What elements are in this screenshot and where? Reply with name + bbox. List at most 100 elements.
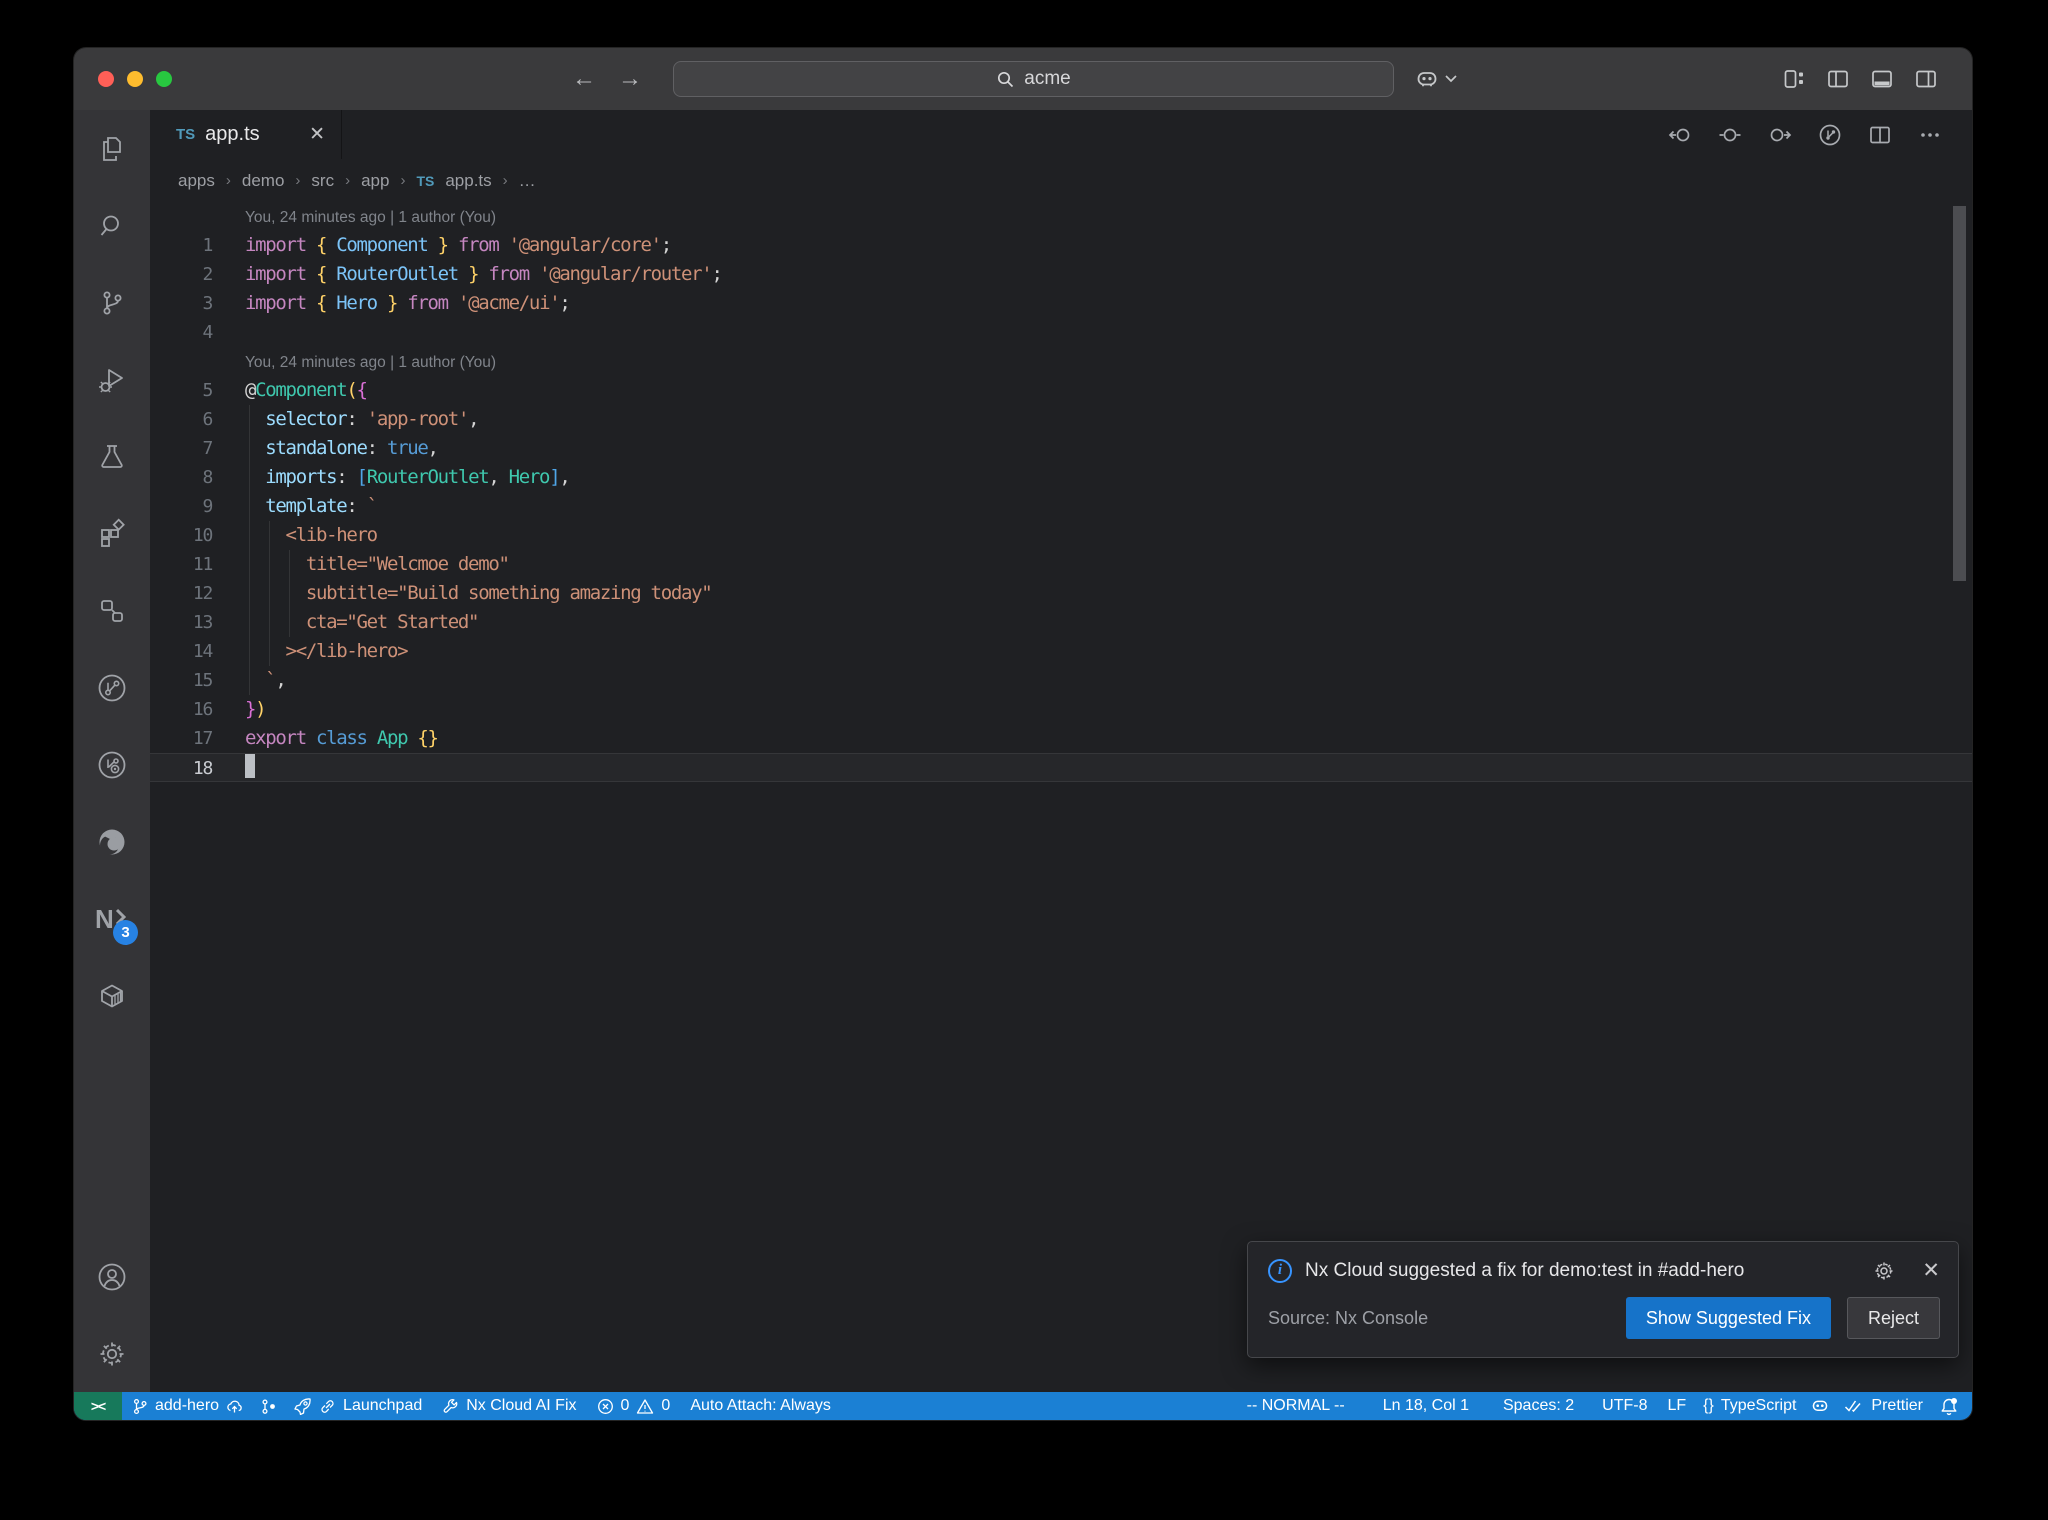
line-number[interactable]: 9 xyxy=(150,492,245,521)
sidebar-item-search[interactable] xyxy=(74,187,150,264)
sidebar-item-containers[interactable] xyxy=(74,957,150,1034)
timeline-graph-icon[interactable] xyxy=(1818,123,1842,147)
minimize-window-button[interactable] xyxy=(127,71,143,87)
remote-indicator[interactable]: >< xyxy=(74,1392,122,1420)
code-line[interactable]: 8 imports: [RouterOutlet, Hero], xyxy=(150,463,1972,492)
line-number[interactable]: 12 xyxy=(150,579,245,608)
eol-status[interactable]: LF xyxy=(1657,1392,1696,1420)
git-blame-annotation[interactable]: You, 24 minutes ago | 1 author (You) xyxy=(150,202,1972,231)
code-line[interactable]: 18 xyxy=(150,753,1972,782)
line-number[interactable]: 4 xyxy=(150,318,245,347)
language-mode-status[interactable]: {} TypeScript xyxy=(1696,1392,1803,1420)
launchpad-button[interactable]: Launchpad xyxy=(284,1392,432,1420)
indentation-status[interactable]: Spaces: 2 xyxy=(1493,1392,1584,1420)
git-blame-annotation[interactable]: You, 24 minutes ago | 1 author (You) xyxy=(150,347,1972,376)
command-center-search[interactable]: acme xyxy=(673,61,1394,97)
sidebar-item-testing[interactable] xyxy=(74,418,150,495)
current-change-icon[interactable] xyxy=(1718,124,1742,146)
code-line[interactable]: 13 cta="Get Started" xyxy=(150,608,1972,637)
next-change-icon[interactable] xyxy=(1768,124,1792,146)
code-line[interactable]: 11 title="Welcmoe demo" xyxy=(150,550,1972,579)
line-number[interactable]: 5 xyxy=(150,376,245,405)
code-line[interactable]: 16}) xyxy=(150,695,1972,724)
code-line[interactable]: 2 import { RouterOutlet } from '@angular/… xyxy=(150,260,1972,289)
notifications-bell[interactable] xyxy=(1930,1392,1972,1420)
line-number[interactable]: 15 xyxy=(150,666,245,695)
previous-change-icon[interactable] xyxy=(1668,124,1692,146)
customize-layout-icon[interactable] xyxy=(1782,67,1806,91)
navigate-forward-icon[interactable]: → xyxy=(618,65,642,93)
copilot-status[interactable] xyxy=(1803,1392,1837,1420)
sidebar-item-nx-console[interactable]: N 3 xyxy=(74,880,150,957)
gitlens-button[interactable] xyxy=(253,1392,284,1420)
sidebar-item-run-debug[interactable] xyxy=(74,341,150,418)
code-editor[interactable]: You, 24 minutes ago | 1 author (You) 1 imp… xyxy=(150,202,1972,1392)
code-line[interactable]: 12 subtitle="Build something amazing tod… xyxy=(150,579,1972,608)
problems-status[interactable]: 0 0 xyxy=(587,1392,681,1420)
line-number[interactable]: 14 xyxy=(150,637,245,666)
editor-scrollbar[interactable] xyxy=(1953,206,1966,581)
line-number[interactable]: 2 xyxy=(150,260,245,289)
sidebar-item-explorer[interactable] xyxy=(74,110,150,187)
close-tab-icon[interactable]: ✕ xyxy=(309,123,325,146)
code-line[interactable]: 6 selector: 'app-root', xyxy=(150,405,1972,434)
git-branch-status[interactable]: add-hero xyxy=(122,1392,253,1420)
close-notification-icon[interactable]: ✕ xyxy=(1922,1258,1940,1283)
notification-settings-gear-icon[interactable] xyxy=(1873,1260,1895,1282)
settings-button[interactable] xyxy=(74,1315,150,1392)
breadcrumb-file[interactable]: app.ts xyxy=(445,171,491,191)
vim-mode-status[interactable]: -- NORMAL -- xyxy=(1237,1392,1355,1420)
tab-app-ts[interactable]: TS app.ts ✕ xyxy=(150,110,342,159)
line-number[interactable]: 16 xyxy=(150,695,245,724)
code-line[interactable]: 7 standalone: true, xyxy=(150,434,1972,463)
nx-cloud-fix-button[interactable]: Nx Cloud AI Fix xyxy=(432,1392,586,1420)
sidebar-item-nx-graph[interactable] xyxy=(74,649,150,726)
show-suggested-fix-button[interactable]: Show Suggested Fix xyxy=(1625,1297,1831,1339)
line-number[interactable]: 11 xyxy=(150,550,245,579)
code-line[interactable]: 17 export class App {} xyxy=(150,724,1972,753)
code-line[interactable]: 3 import { Hero } from '@acme/ui'; xyxy=(150,289,1972,318)
line-number[interactable]: 10 xyxy=(150,521,245,550)
toggle-primary-sidebar-icon[interactable] xyxy=(1826,67,1850,91)
line-number[interactable]: 17 xyxy=(150,724,245,753)
code-line[interactable]: 9 template: ` xyxy=(150,492,1972,521)
code-line[interactable]: 15 `, xyxy=(150,666,1972,695)
line-number[interactable]: 18 xyxy=(150,754,245,781)
line-number[interactable]: 7 xyxy=(150,434,245,463)
sidebar-item-edge-browser[interactable] xyxy=(74,803,150,880)
line-number[interactable]: 1 xyxy=(150,231,245,260)
line-number[interactable]: 8 xyxy=(150,463,245,492)
toggle-panel-icon[interactable] xyxy=(1870,67,1894,91)
code-line[interactable]: 5 @Component({ xyxy=(150,376,1972,405)
sidebar-item-source-control[interactable] xyxy=(74,264,150,341)
breadcrumb-overflow[interactable]: … xyxy=(519,171,536,191)
prettier-status[interactable]: Prettier xyxy=(1837,1392,1930,1420)
breadcrumb-item[interactable]: apps xyxy=(178,171,215,191)
encoding-status[interactable]: UTF-8 xyxy=(1592,1392,1657,1420)
split-editor-icon[interactable] xyxy=(1868,124,1892,146)
line-number[interactable]: 13 xyxy=(150,608,245,637)
breadcrumb-item[interactable]: app xyxy=(361,171,389,191)
code-line[interactable]: 10 <lib-hero xyxy=(150,521,1972,550)
copilot-menu[interactable] xyxy=(1414,48,1458,110)
sidebar-item-references[interactable] xyxy=(74,572,150,649)
more-actions-icon[interactable] xyxy=(1918,124,1942,146)
line-number[interactable]: 3 xyxy=(150,289,245,318)
close-window-button[interactable] xyxy=(98,71,114,87)
toggle-secondary-sidebar-icon[interactable] xyxy=(1914,67,1938,91)
auto-attach-status[interactable]: Auto Attach: Always xyxy=(680,1392,841,1420)
line-number[interactable]: 6 xyxy=(150,405,245,434)
breadcrumb-item[interactable]: demo xyxy=(242,171,285,191)
code-line[interactable]: 14 ></lib-hero> xyxy=(150,637,1972,666)
reject-button[interactable]: Reject xyxy=(1846,1297,1940,1339)
accounts-button[interactable] xyxy=(74,1238,150,1315)
code-line[interactable]: 4 xyxy=(150,318,1972,347)
code-line[interactable]: 1 import { Component } from '@angular/cor… xyxy=(150,231,1972,260)
sidebar-item-nx-graph-focus[interactable] xyxy=(74,726,150,803)
cursor-position-status[interactable]: Ln 18, Col 1 xyxy=(1373,1392,1479,1420)
code-text: imports: [RouterOutlet, Hero], xyxy=(265,466,571,488)
breadcrumb-item[interactable]: src xyxy=(311,171,334,191)
sidebar-item-extensions[interactable] xyxy=(74,495,150,572)
navigate-back-icon[interactable]: ← xyxy=(572,65,596,93)
zoom-window-button[interactable] xyxy=(156,71,172,87)
